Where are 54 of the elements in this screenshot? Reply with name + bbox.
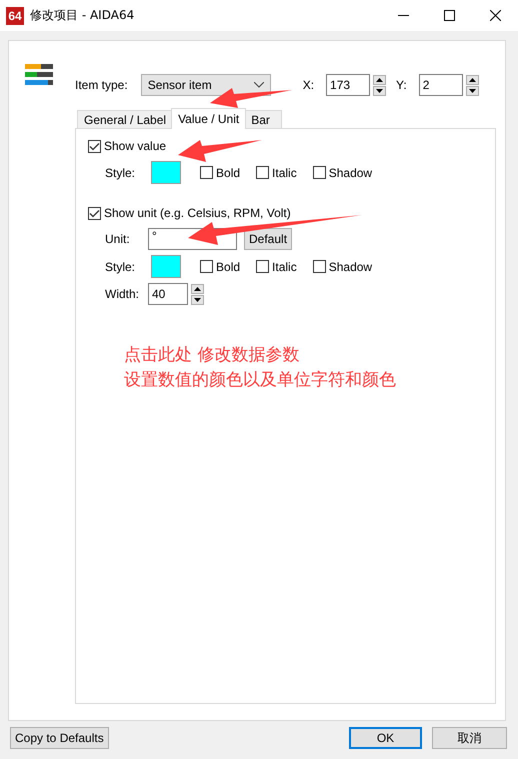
up-triangle-icon xyxy=(194,286,201,290)
checkbox-label: Bold xyxy=(216,166,240,180)
tab[interactable]: Value / Unit xyxy=(171,108,246,129)
up-triangle-icon xyxy=(468,78,476,82)
window-title: 修改项目 - AIDA64 xyxy=(30,7,134,24)
field-label: X: xyxy=(302,78,314,92)
chevron-down-icon xyxy=(254,82,264,88)
tab[interactable]: Bar xyxy=(244,110,282,129)
checkbox[interactable] xyxy=(88,206,101,220)
field-label: Unit: xyxy=(105,232,131,246)
tab[interactable]: General / Label xyxy=(77,110,174,129)
spin-up-button[interactable] xyxy=(466,74,479,84)
dialog-button[interactable]: Copy to Defaults xyxy=(10,727,109,749)
annotation-text: 设置数值的颜色以及单位字符和颜色 xyxy=(124,369,396,392)
color-swatch[interactable] xyxy=(151,161,182,184)
checkbox-label: Italic xyxy=(272,166,297,180)
default-button[interactable]: Default xyxy=(244,228,292,250)
checkbox-label: Shadow xyxy=(328,260,372,274)
checkbox-label: Show value xyxy=(104,139,166,153)
checkbox[interactable] xyxy=(312,166,326,179)
down-triangle-icon xyxy=(468,88,476,92)
number-field[interactable]: 173 xyxy=(326,74,370,96)
spin-up-button[interactable] xyxy=(191,284,204,294)
field-label: Style: xyxy=(105,260,136,274)
checkbox[interactable] xyxy=(312,260,326,273)
checkbox[interactable] xyxy=(200,166,214,179)
field-label: Item type: xyxy=(75,78,128,92)
field-label: Style: xyxy=(105,166,136,180)
checkbox-label: Italic xyxy=(272,260,297,274)
spin-up-button[interactable] xyxy=(373,74,386,84)
checkbox-label: Bold xyxy=(216,260,240,274)
number-field[interactable]: 2 xyxy=(418,74,463,96)
sensor-bars-icon xyxy=(25,64,53,86)
color-swatch[interactable] xyxy=(151,255,182,278)
checkbox[interactable] xyxy=(200,260,214,273)
app-icon: 64 xyxy=(6,6,24,24)
up-triangle-icon xyxy=(376,78,384,82)
checkbox[interactable] xyxy=(256,166,270,179)
dialog-button[interactable]: 取消 xyxy=(432,727,507,749)
checkbox-label: Show unit (e.g. Celsius, RPM, Volt) xyxy=(104,206,291,220)
number-field[interactable]: 40 xyxy=(148,283,188,305)
down-triangle-icon xyxy=(194,298,201,302)
field-label: Width: xyxy=(105,287,140,301)
field-label: Y: xyxy=(396,78,407,92)
checkbox-label: Shadow xyxy=(328,166,372,180)
dialog-button[interactable]: OK xyxy=(349,727,422,749)
spin-down-button[interactable] xyxy=(466,86,479,96)
checkbox[interactable] xyxy=(88,140,101,152)
checkbox[interactable] xyxy=(256,260,270,273)
item-type-dropdown[interactable]: Sensor item xyxy=(140,74,271,96)
spin-down-button[interactable] xyxy=(191,294,204,304)
down-triangle-icon xyxy=(376,88,384,92)
annotation-text: 点击此处 修改数据参数 xyxy=(124,344,300,367)
spin-down-button[interactable] xyxy=(373,86,386,96)
